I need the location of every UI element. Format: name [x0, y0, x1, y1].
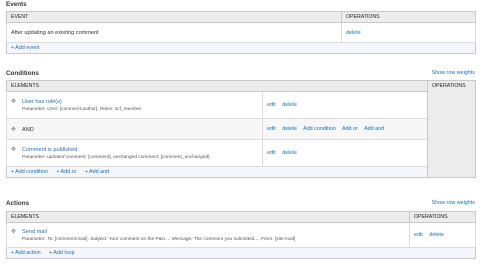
drag-handle-icon[interactable]: ✥: [11, 98, 17, 105]
action-edit-link[interactable]: edit: [414, 232, 423, 238]
conditions-col-elements: ELEMENTS: [6, 80, 428, 92]
condition-delete-link[interactable]: delete: [282, 150, 297, 156]
table-row: ✥ AND edit delete Add condition Add or Ad…: [6, 118, 476, 140]
table-row: After updating an existing comment delet…: [6, 22, 476, 43]
condition-parameters: Parameter: updated comment: [comment], u…: [22, 155, 210, 160]
event-delete-link[interactable]: delete: [346, 30, 361, 36]
add-action-link[interactable]: +Add action: [11, 250, 41, 256]
conditions-show-row-weights[interactable]: Show row weights: [432, 70, 475, 76]
add-or-link[interactable]: +Add or: [56, 169, 76, 175]
and-add-and-link[interactable]: Add and: [364, 126, 384, 132]
actions-col-elements: ELEMENTS: [6, 211, 410, 223]
add-and-link[interactable]: +Add and: [85, 169, 109, 175]
condition-edit-link[interactable]: edit: [267, 102, 276, 108]
conditions-table: ELEMENTS OPERATIONS ✥ User has role(s) Pa…: [6, 80, 476, 178]
actions-show-row-weights[interactable]: Show row weights: [432, 200, 475, 206]
condition-parameters: Parameter: User: [comment:author], Roles…: [22, 107, 142, 112]
add-condition-link[interactable]: +Add condition: [11, 169, 48, 175]
actions-table: ELEMENTS OPERATIONS ✥ Send mail Parameter…: [6, 211, 476, 259]
action-send-mail-link[interactable]: Send mail: [22, 229, 47, 235]
conditions-col-operations: OPERATIONS: [427, 80, 476, 178]
plus-icon: +: [11, 45, 15, 51]
table-row: ✥ Send mail Parameter: To: [comment:mail]…: [6, 222, 476, 248]
and-add-or-link[interactable]: Add or: [342, 126, 358, 132]
add-event-link[interactable]: +Add event: [11, 45, 39, 51]
plus-icon: +: [49, 250, 53, 256]
and-edit-link[interactable]: edit: [267, 126, 276, 132]
event-label: After updating an existing comment: [6, 22, 342, 43]
add-loop-link[interactable]: +Add loop: [49, 250, 74, 256]
events-heading: Events: [6, 1, 27, 8]
plus-icon: +: [11, 250, 15, 256]
actions-col-operations: OPERATIONS: [409, 211, 476, 223]
condition-user-has-role-link[interactable]: User has role(s): [22, 99, 62, 105]
and-add-condition-link[interactable]: Add condition: [303, 126, 336, 132]
and-delete-link[interactable]: delete: [282, 126, 297, 132]
action-parameters: Parameter: To: [comment:mail], Subject: …: [22, 237, 296, 242]
condition-comment-published-link[interactable]: Comment is published: [22, 147, 77, 153]
events-table: EVENT OPERATIONS After updating an exist…: [6, 11, 476, 54]
drag-handle-icon[interactable]: ✥: [11, 126, 17, 133]
table-row: ✥ Comment is published Parameter: updated…: [6, 139, 476, 167]
table-row: ✥ User has role(s) Parameter: User: [comm…: [6, 91, 476, 119]
drag-handle-icon[interactable]: ✥: [11, 146, 17, 153]
actions-heading: Actions: [6, 200, 30, 207]
plus-icon: +: [56, 169, 60, 175]
drag-handle-icon[interactable]: ✥: [11, 228, 17, 235]
conditions-heading: Conditions: [6, 70, 39, 77]
events-col-event: EVENT: [6, 11, 342, 23]
plus-icon: +: [11, 169, 15, 175]
plus-icon: +: [84, 169, 89, 175]
condition-edit-link[interactable]: edit: [267, 150, 276, 156]
events-col-operations: OPERATIONS: [341, 11, 476, 23]
condition-and-label: AND: [22, 126, 34, 133]
condition-delete-link[interactable]: delete: [282, 102, 297, 108]
action-delete-link[interactable]: delete: [429, 232, 444, 238]
